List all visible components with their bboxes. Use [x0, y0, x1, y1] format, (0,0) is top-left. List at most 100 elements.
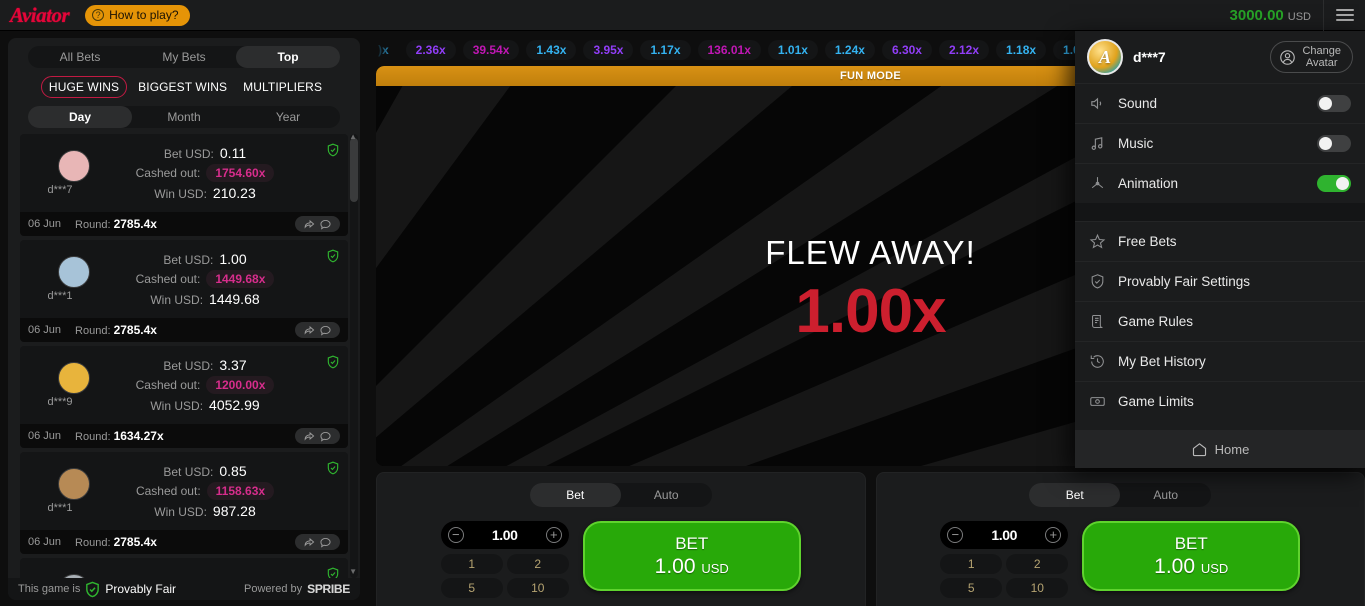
chat-icon[interactable]	[319, 218, 332, 231]
history-chip-10[interactable]: 1.18x	[996, 40, 1047, 60]
quick-amount-5[interactable]: 5	[940, 578, 1003, 598]
history-chip-5[interactable]: 136.01x	[697, 40, 761, 60]
bet-row-body: d***7 Bet USD: 0.11 Cashed out: 1754.60x Win …	[20, 134, 348, 212]
change-avatar-button[interactable]: Change Avatar	[1270, 41, 1353, 73]
cashout-multiplier: 1158.63x	[206, 482, 275, 500]
bet-panel-1-stepper: − 1.00 +	[440, 521, 569, 549]
bet-row[interactable]: d***7 Bet USD: 0.11 Cashed out: 1754.60x Win …	[20, 134, 348, 236]
menu-user-header: A d***7 Change Avatar	[1075, 31, 1365, 83]
history-chip-0[interactable]: 2.36x	[405, 40, 456, 60]
bet-row-actions[interactable]	[295, 428, 340, 444]
bet-panel-1-quick-amounts: 1 2 5 10	[440, 554, 569, 598]
minus-circle-icon[interactable]: −	[447, 527, 464, 543]
bet-panel-2-amount[interactable]: 1.00	[991, 527, 1017, 543]
history-clock-icon	[1089, 353, 1106, 370]
scroll-up-arrow-icon[interactable]: ▲	[349, 134, 357, 141]
quick-amount-2[interactable]: 2	[1006, 554, 1069, 574]
menu-row-animation[interactable]: Animation	[1075, 163, 1365, 203]
history-chip-9[interactable]: 2.12x	[938, 40, 990, 60]
bet-row[interactable]: d***0Bet USD:0.10Cashed out:1149.06x	[20, 558, 348, 578]
bet-panel-1-tab-auto[interactable]: Auto	[621, 483, 712, 507]
hamburger-menu-icon[interactable]	[1323, 0, 1365, 31]
subtab-multipliers[interactable]: MULTIPLIERS	[238, 77, 327, 97]
bet-row[interactable]: d***9 Bet USD: 3.37 Cashed out: 1200.00x Win …	[20, 346, 348, 448]
music-toggle[interactable]	[1317, 135, 1351, 152]
quick-amount-10[interactable]: 10	[1006, 578, 1069, 598]
bet-panel-1-tab-bet[interactable]: Bet	[529, 483, 621, 507]
history-chip-6[interactable]: 1.01x	[767, 40, 818, 60]
tab-my-bets[interactable]: My Bets	[132, 46, 236, 68]
bet-panel-1-bet-button[interactable]: BET 1.00 USD	[582, 521, 801, 591]
settings-menu-panel: A d***7 Change Avatar Sound Music Animat…	[1075, 31, 1365, 468]
history-chip-1[interactable]: 39.54x	[462, 40, 520, 60]
quick-amount-1[interactable]: 1	[940, 554, 1003, 574]
history-chip-8[interactable]: 6.30x	[881, 40, 932, 60]
share-icon[interactable]	[303, 218, 316, 231]
menu-home-button[interactable]: Home	[1075, 430, 1365, 468]
animation-toggle[interactable]	[1317, 175, 1351, 192]
avatar: A	[1087, 39, 1123, 75]
plus-circle-icon[interactable]: +	[1045, 527, 1062, 543]
share-icon[interactable]	[303, 536, 316, 549]
provably-fair-label[interactable]: Provably Fair	[105, 582, 176, 596]
quick-amount-2[interactable]: 2	[506, 554, 569, 574]
bet-row-actions[interactable]	[295, 216, 340, 232]
bets-list[interactable]: d***7 Bet USD: 0.11 Cashed out: 1754.60x Win …	[8, 134, 360, 578]
bet-row-footer: 06 Jun Round: 1634.27x	[20, 424, 348, 448]
period-tab-day[interactable]: Day	[28, 106, 132, 128]
chat-icon[interactable]	[319, 430, 332, 443]
tab-top[interactable]: Top	[236, 46, 340, 68]
bet-user: d***1	[30, 468, 90, 514]
subtab-huge-wins[interactable]: HUGE WINS	[40, 76, 128, 98]
win-amount: 987.28	[212, 503, 256, 519]
period-tab-year[interactable]: Year	[236, 106, 340, 128]
quick-amount-1[interactable]: 1	[440, 554, 503, 574]
minus-circle-icon[interactable]: −	[947, 527, 964, 543]
history-chip-7[interactable]: 1.24x	[824, 40, 875, 60]
period-tab-month[interactable]: Month	[132, 106, 236, 128]
menu-item-free-bets[interactable]: Free Bets	[1075, 221, 1365, 261]
history-chip-3[interactable]: 3.95x	[583, 40, 634, 60]
bet-row[interactable]: d***1 Bet USD: 1.00 Cashed out: 1449.68x Win …	[20, 240, 348, 342]
bet-row-actions[interactable]	[295, 322, 340, 338]
menu-label-provably-fair-settings: Provably Fair Settings	[1118, 274, 1251, 289]
scroll-down-arrow-icon[interactable]: ▼	[349, 567, 357, 576]
question-mark-icon: ?	[92, 9, 105, 21]
menu-item-game-limits[interactable]: Game Limits	[1075, 381, 1365, 421]
how-to-play-button[interactable]: ? How to play?	[85, 4, 190, 26]
propeller-icon	[1089, 175, 1106, 192]
change-avatar-line1: Change	[1302, 45, 1341, 57]
change-avatar-line2: Avatar	[1305, 57, 1338, 69]
subtab-biggest-wins[interactable]: BIGGEST WINS	[133, 77, 232, 97]
bet-row-footer: 06 Jun Round: 2785.4x	[20, 318, 348, 342]
plus-circle-icon[interactable]: +	[545, 527, 562, 543]
menu-row-sound[interactable]: Sound	[1075, 83, 1365, 123]
quick-amount-10[interactable]: 10	[506, 578, 569, 598]
bet-row[interactable]: d***1 Bet USD: 0.85 Cashed out: 1158.63x Win …	[20, 452, 348, 554]
menu-item-game-rules[interactable]: Game Rules	[1075, 301, 1365, 341]
share-icon[interactable]	[303, 430, 316, 443]
win-label: Win USD:	[150, 399, 204, 413]
bet-user: d***0	[30, 574, 90, 578]
tab-all-bets[interactable]: All Bets	[28, 46, 132, 68]
powered-by-label: Powered by	[244, 583, 303, 595]
bet-panel-2-tab-bet[interactable]: Bet	[1029, 483, 1121, 507]
history-chip-4[interactable]: 1.17x	[640, 40, 691, 60]
provably-fair-prefix: This game is	[18, 583, 81, 595]
quick-amount-5[interactable]: 5	[440, 578, 503, 598]
share-icon[interactable]	[303, 324, 316, 337]
bet-row-actions[interactable]	[295, 534, 340, 550]
bet-panel-2-tab-auto[interactable]: Auto	[1120, 483, 1211, 507]
menu-row-music[interactable]: Music	[1075, 123, 1365, 163]
bets-list-scrollbar-thumb[interactable]	[350, 138, 358, 202]
history-chip-2[interactable]: 1.43x	[526, 40, 577, 60]
chat-icon[interactable]	[319, 324, 332, 337]
sound-toggle[interactable]	[1317, 95, 1351, 112]
win-amount: 4052.99	[209, 397, 260, 413]
bet-panel-1-amount[interactable]: 1.00	[492, 527, 518, 543]
banknote-icon	[1089, 393, 1106, 410]
bet-panel-2-bet-button[interactable]: BET 1.00 USD	[1082, 521, 1301, 591]
menu-item-provably-fair-settings[interactable]: Provably Fair Settings	[1075, 261, 1365, 301]
menu-item-my-bet-history[interactable]: My Bet History	[1075, 341, 1365, 381]
chat-icon[interactable]	[319, 536, 332, 549]
